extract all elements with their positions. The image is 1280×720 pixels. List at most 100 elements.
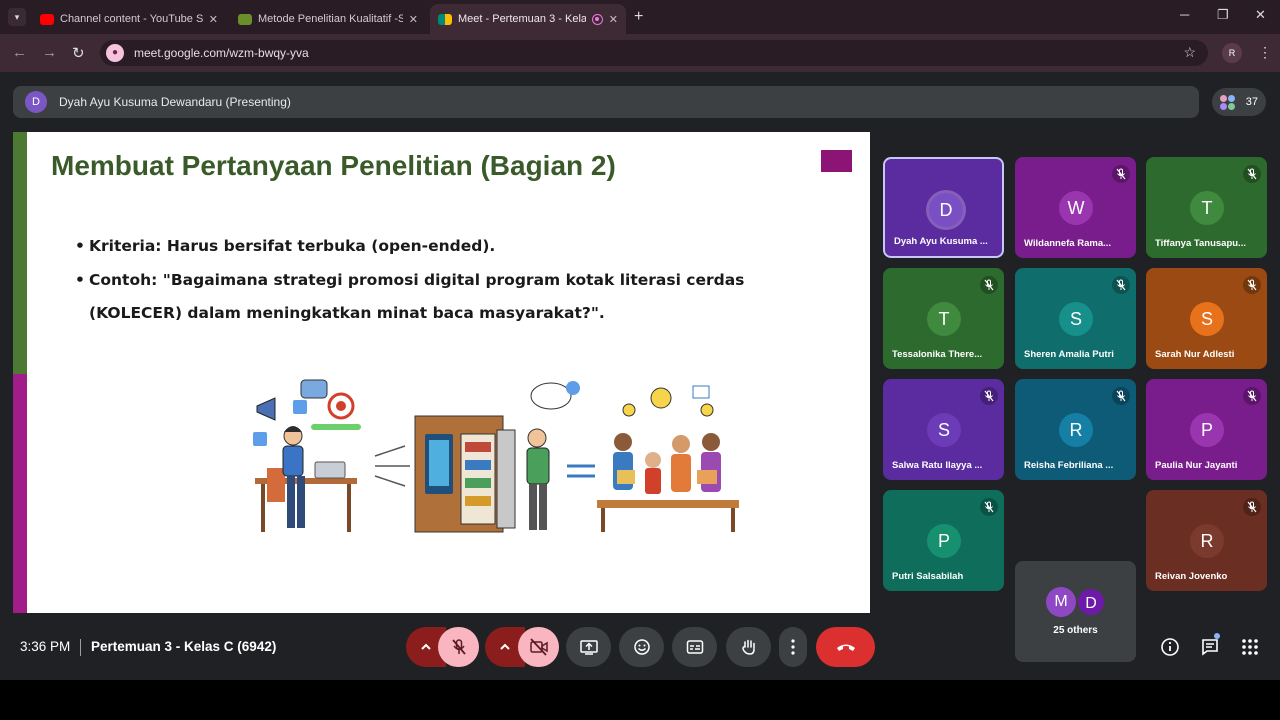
maximize-icon[interactable]: ❐ [1217, 7, 1229, 23]
tab-title: Meet - Pertemuan 3 - Kelas [458, 13, 586, 25]
tab-title: Metode Penelitian Kualitatif -SII [258, 13, 403, 25]
participant-tile[interactable]: D Dyah Ayu Kusuma ... [883, 157, 1004, 258]
minimize-icon[interactable]: ─ [1180, 7, 1189, 22]
camera-off-icon [529, 638, 548, 656]
presenter-banner: D Dyah Ayu Kusuma Dewandaru (Presenting) [13, 86, 1199, 118]
participant-avatar: S [1059, 302, 1093, 336]
others-label: 25 others [1053, 625, 1098, 636]
chat-icon[interactable] [1200, 637, 1220, 657]
tab-google-meet[interactable]: Meet - Pertemuan 3 - Kelas ✕ [430, 4, 626, 34]
chat-notification-dot [1214, 633, 1220, 639]
address-bar[interactable]: ● meet.google.com/wzm-bwqy-yva ☆ [100, 40, 1208, 66]
chevron-up-icon [500, 643, 510, 650]
new-tab-button[interactable]: + [634, 8, 643, 26]
participant-tile[interactable]: R Reisha Febriliana ... [1015, 379, 1136, 480]
participant-avatar: P [1190, 413, 1224, 447]
mic-muted-icon [1243, 387, 1261, 405]
microphone-in-use-icon[interactable]: ● [106, 44, 124, 62]
tab-metode-penelitian[interactable]: Metode Penelitian Kualitatif -SII ✕ [230, 4, 426, 34]
mic-off-icon [451, 639, 466, 655]
mic-off-button[interactable] [438, 627, 479, 667]
mic-muted-icon [980, 387, 998, 405]
url-text: meet.google.com/wzm-bwqy-yva [134, 46, 309, 60]
present-screen-icon [579, 640, 598, 655]
participant-tile[interactable]: S Sheren Amalia Putri [1015, 268, 1136, 369]
presenter-label: Dyah Ayu Kusuma Dewandaru (Presenting) [59, 95, 291, 109]
captions-icon [686, 640, 703, 654]
mic-muted-icon [980, 498, 998, 516]
camera-off-button[interactable] [518, 627, 559, 667]
participant-avatar: S [1190, 302, 1224, 336]
participant-avatar: S [927, 413, 961, 447]
participant-name: Wildannefa Rama... [1024, 238, 1112, 249]
participant-avatar: P [927, 524, 961, 558]
slide-accent-green [13, 132, 27, 374]
bookmark-star-icon[interactable]: ☆ [1183, 44, 1196, 61]
site-favicon-icon [238, 13, 252, 25]
meeting-details-icon[interactable] [1160, 637, 1180, 657]
slide-bullets: Kriteria: Harus bersifat terbuka (open-e… [75, 230, 815, 331]
participant-tile[interactable]: P Paulia Nur Jayanti [1146, 379, 1267, 480]
participant-avatar: T [927, 302, 961, 336]
activities-grid-icon[interactable] [1240, 637, 1260, 657]
slide-accent-square [821, 150, 852, 172]
participant-name: Tessalonika There... [892, 349, 983, 360]
presenter-avatar: D [25, 91, 47, 113]
tab-close-icon[interactable]: ✕ [609, 13, 618, 26]
mic-muted-icon [980, 276, 998, 294]
participant-avatar: D [929, 193, 963, 227]
recording-indicator-icon [591, 13, 603, 25]
slide-accent-purple [13, 374, 27, 613]
tab-title: Channel content - YouTube Stu [60, 13, 203, 25]
present-now-button[interactable] [566, 627, 611, 667]
slide-title: Membuat Pertanyaan Penelitian (Bagian 2) [51, 150, 616, 181]
participant-avatars-icon [1220, 94, 1235, 110]
slide-bullet: Kriteria: Harus bersifat terbuka (open-e… [75, 230, 815, 264]
mic-muted-icon [1243, 498, 1261, 516]
participant-avatar: R [1059, 413, 1093, 447]
tab-close-icon[interactable]: ✕ [209, 13, 218, 26]
leave-call-button[interactable] [816, 627, 875, 667]
participant-tile[interactable]: S Sarah Nur Adlesti [1146, 268, 1267, 369]
participant-tile[interactable]: S Salwa Ratu Ilayya ... [883, 379, 1004, 480]
divider [80, 639, 81, 656]
participant-name: Tiffanya Tanusapu... [1155, 238, 1246, 249]
meet-stage: D Dyah Ayu Kusuma Dewandaru (Presenting)… [0, 72, 1280, 680]
slide-bullet: Contoh: "Bagaimana strategi promosi digi… [75, 264, 815, 331]
participant-name: Dyah Ayu Kusuma ... [894, 236, 988, 247]
raise-hand-button[interactable] [726, 627, 771, 667]
participant-name: Salwa Ratu Ilayya ... [892, 460, 983, 471]
tab-search-button[interactable]: ▾ [8, 8, 26, 26]
participant-tile[interactable]: T Tiffanya Tanusapu... [1146, 157, 1267, 258]
back-icon[interactable]: ← [12, 44, 27, 61]
participant-avatar: T [1190, 191, 1224, 225]
participant-avatar: R [1190, 524, 1224, 558]
others-avatar: M [1046, 587, 1076, 617]
more-vert-icon [791, 639, 795, 655]
presentation-slide: Membuat Pertanyaan Penelitian (Bagian 2)… [13, 132, 870, 613]
participant-name: Reisha Febriliana ... [1024, 460, 1114, 471]
mic-muted-icon [1243, 165, 1261, 183]
participant-name: Putri Salsabilah [892, 571, 964, 582]
tab-youtube-studio[interactable]: Channel content - YouTube Stu ✕ [32, 4, 226, 34]
others-tile[interactable]: M D 25 others [1015, 561, 1136, 662]
participant-tile[interactable]: W Wildannefa Rama... [1015, 157, 1136, 258]
close-window-icon[interactable]: ✕ [1255, 7, 1266, 23]
reload-icon[interactable]: ↻ [72, 44, 85, 62]
tab-close-icon[interactable]: ✕ [409, 13, 418, 26]
raise-hand-icon [741, 639, 755, 655]
captions-button[interactable] [672, 627, 717, 667]
clock-time: 3:36 PM [20, 639, 71, 654]
browser-tab-strip: ▾ Channel content - YouTube Stu ✕ Metode… [0, 0, 1280, 34]
reactions-button[interactable] [619, 627, 664, 667]
browser-menu-icon[interactable]: ⋮ [1258, 44, 1272, 61]
youtube-favicon-icon [40, 13, 54, 25]
profile-avatar[interactable]: R [1222, 43, 1242, 63]
participant-tile[interactable]: R Reivan Jovenko [1146, 490, 1267, 591]
participant-tile[interactable]: P Putri Salsabilah [883, 490, 1004, 591]
more-options-button[interactable] [779, 627, 807, 667]
participant-tile[interactable]: T Tessalonika There... [883, 268, 1004, 369]
forward-icon[interactable]: → [42, 44, 57, 61]
hang-up-icon [836, 644, 855, 651]
participants-button[interactable]: 37 [1212, 88, 1266, 116]
